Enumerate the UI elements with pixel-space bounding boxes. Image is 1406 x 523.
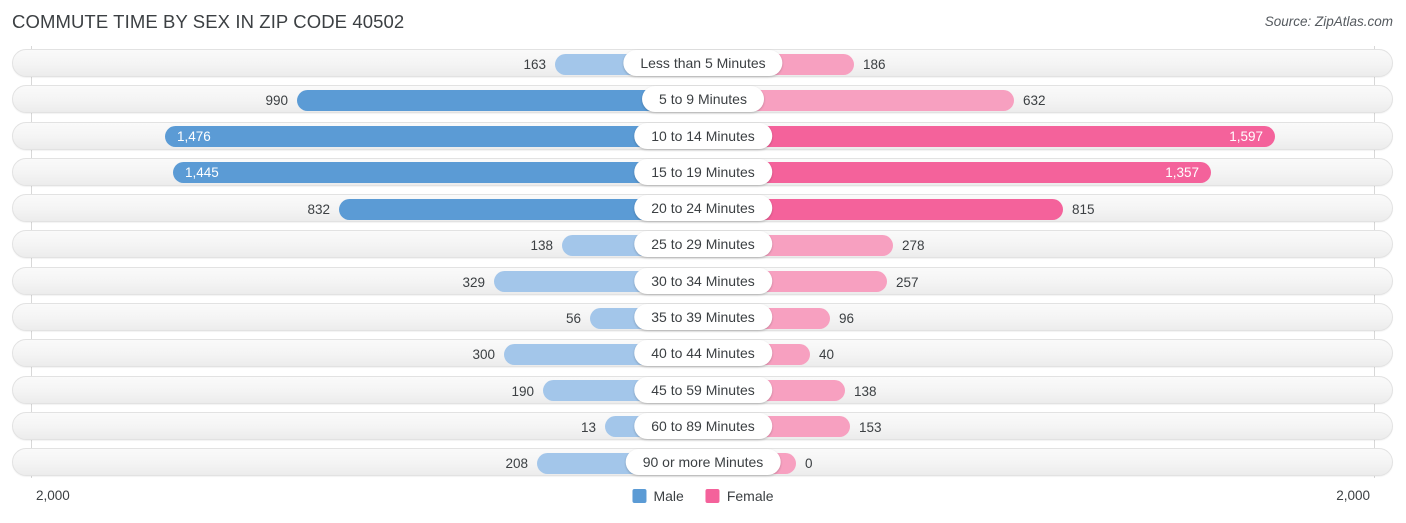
axis-max-right: 2,000 — [1336, 488, 1370, 503]
table-row[interactable]: 138 278 25 to 29 Minutes — [0, 227, 1406, 263]
chart-legend: Male Female — [632, 488, 774, 504]
table-row[interactable]: 832 815 20 to 24 Minutes — [0, 191, 1406, 227]
value-label-male: 990 — [265, 93, 288, 109]
value-label-male: 1,476 — [177, 129, 211, 145]
legend-swatch-male — [632, 489, 647, 503]
value-label-male: 832 — [307, 202, 330, 218]
category-label: 5 to 9 Minutes — [642, 86, 764, 113]
page-title: COMMUTE TIME BY SEX IN ZIP CODE 40502 — [12, 11, 405, 32]
legend-item-female[interactable]: Female — [705, 488, 774, 504]
bar-female[interactable]: 1,597 — [703, 126, 1275, 148]
table-row[interactable]: 163 186 Less than 5 Minutes — [0, 46, 1406, 82]
value-label-male: 1,445 — [185, 165, 219, 181]
value-label-female: 153 — [859, 419, 882, 435]
legend-swatch-female — [705, 489, 720, 503]
value-label-male: 190 — [511, 383, 534, 399]
value-label-female: 40 — [819, 347, 835, 363]
bar-male[interactable]: 1,445 — [173, 162, 703, 184]
category-label: 20 to 24 Minutes — [634, 195, 772, 222]
category-label: 10 to 14 Minutes — [634, 122, 772, 149]
table-row[interactable]: 190 138 45 to 59 Minutes — [0, 373, 1406, 409]
legend-item-male[interactable]: Male — [632, 488, 684, 504]
table-row[interactable]: 1,476 1,597 10 to 14 Minutes — [0, 119, 1406, 155]
legend-label-male: Male — [653, 488, 684, 504]
category-label: Less than 5 Minutes — [623, 50, 783, 76]
category-label: 15 to 19 Minutes — [634, 158, 772, 185]
value-label-male: 138 — [530, 238, 553, 254]
value-label-male: 329 — [462, 274, 485, 290]
axis-max-left: 2,000 — [36, 488, 70, 503]
table-row[interactable]: 329 257 30 to 34 Minutes — [0, 264, 1406, 300]
value-label-female: 138 — [854, 383, 877, 399]
legend-label-female: Female — [726, 488, 774, 504]
bar-female[interactable]: 1,357 — [703, 162, 1211, 184]
table-row[interactable]: 13 153 60 to 89 Minutes — [0, 409, 1406, 445]
value-label-female: 1,357 — [1165, 165, 1199, 181]
value-label-female: 257 — [896, 274, 919, 290]
value-label-male: 163 — [523, 57, 546, 72]
category-label: 45 to 59 Minutes — [634, 376, 772, 403]
value-label-female: 815 — [1072, 202, 1095, 218]
value-label-female: 278 — [902, 238, 925, 254]
value-label-female: 0 — [805, 456, 813, 472]
value-label-female: 1,597 — [1229, 129, 1263, 145]
value-label-male: 56 — [565, 311, 581, 327]
table-row[interactable]: 1,445 1,357 15 to 19 Minutes — [0, 155, 1406, 191]
value-label-male: 300 — [472, 347, 495, 363]
value-label-female: 96 — [839, 311, 855, 327]
table-row[interactable]: 208 0 90 or more Minutes — [0, 445, 1406, 481]
chart-plot-area: 163 186 Less than 5 Minutes 990 632 5 to 9 Mi… — [0, 46, 1406, 478]
chart-header: COMMUTE TIME BY SEX IN ZIP CODE 40502 So… — [0, 0, 1406, 46]
bar-rows-container: 163 186 Less than 5 Minutes 990 632 5 to 9 Mi… — [0, 46, 1406, 482]
table-row[interactable]: 990 632 5 to 9 Minutes — [0, 82, 1406, 118]
table-row[interactable]: 300 40 40 to 44 Minutes — [0, 336, 1406, 372]
value-label-male: 13 — [580, 419, 596, 435]
source-attribution: Source: ZipAtlas.com — [1264, 14, 1393, 29]
table-row[interactable]: 56 96 35 to 39 Minutes — [0, 300, 1406, 336]
value-label-female: 632 — [1023, 93, 1046, 109]
category-label: 35 to 39 Minutes — [634, 304, 772, 331]
chart-footer: 2,000 2,000 Male Female — [0, 478, 1406, 523]
category-label: 40 to 44 Minutes — [634, 340, 772, 367]
category-label: 25 to 29 Minutes — [634, 231, 772, 258]
category-label: 30 to 34 Minutes — [634, 267, 772, 294]
bar-male[interactable]: 1,476 — [165, 126, 703, 148]
category-label: 90 or more Minutes — [625, 449, 781, 476]
value-label-female: 186 — [863, 57, 886, 72]
category-label: 60 to 89 Minutes — [634, 412, 772, 439]
value-label-male: 208 — [505, 456, 528, 472]
